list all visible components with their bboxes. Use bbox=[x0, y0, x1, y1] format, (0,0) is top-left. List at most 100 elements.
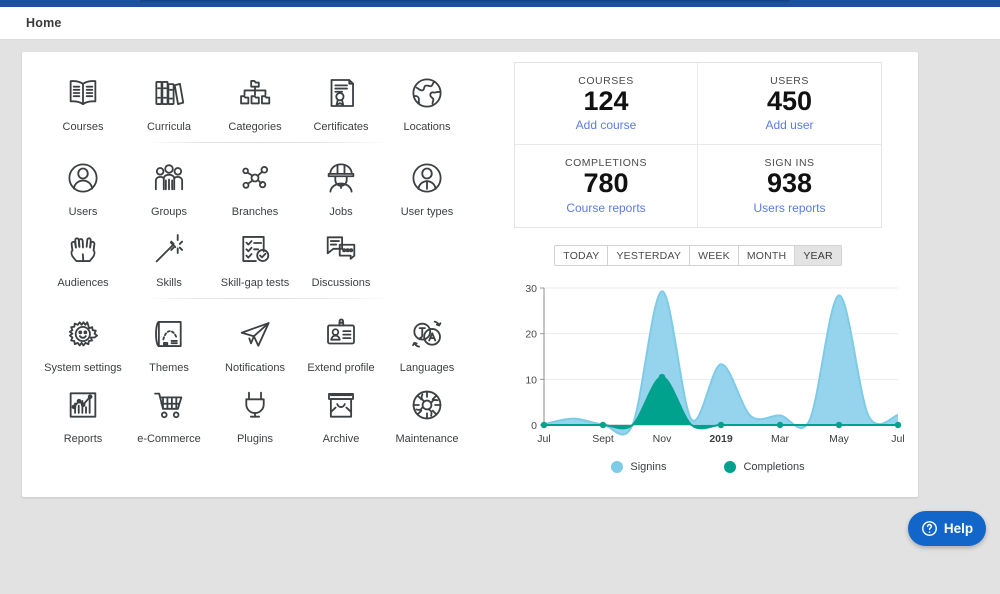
stats-grid: COURSES 124 Add course USERS 450 Add use… bbox=[514, 62, 882, 228]
grid-item-discussions[interactable]: Discussions bbox=[298, 218, 384, 289]
help-button[interactable]: Help bbox=[908, 511, 986, 546]
icon-row: Users Groups Branches Jobs User types bbox=[40, 147, 480, 218]
grid-item-label: Themes bbox=[149, 362, 189, 375]
stat-link-users-reports[interactable]: Users reports bbox=[753, 201, 825, 215]
raised-hands-icon bbox=[70, 237, 96, 263]
question-circle-icon bbox=[921, 521, 937, 536]
grid-item-certificates[interactable]: Certificates bbox=[298, 62, 384, 133]
legend-swatch bbox=[611, 461, 624, 473]
grid-item-label: Notifications bbox=[225, 362, 285, 375]
activity-chart: 0 10 20 30 Jul Sept Nov 2019 Mar May Jul bbox=[512, 280, 904, 455]
checklist-icon bbox=[234, 228, 276, 270]
top-accent-bar-inner bbox=[140, 0, 790, 2]
chart-area-signins bbox=[544, 291, 898, 435]
certificate-scroll-icon bbox=[330, 79, 354, 107]
help-button-label: Help bbox=[943, 521, 974, 536]
grid-item-reports[interactable]: Reports bbox=[40, 374, 126, 445]
legend-item-signins[interactable]: Signins bbox=[611, 461, 666, 473]
chart-point-completions[interactable] bbox=[835, 421, 843, 429]
user-type-icon bbox=[406, 157, 448, 199]
stat-link-add-course[interactable]: Add course bbox=[576, 118, 637, 132]
dashboard-card: Courses Curricula Categories Certificates Lo… bbox=[22, 52, 918, 497]
network-nodes-icon bbox=[234, 157, 276, 199]
grid-item-themes[interactable]: Themes bbox=[126, 303, 212, 374]
grid-item-system-settings[interactable]: System settings bbox=[40, 303, 126, 374]
grid-item-label: e-Commerce bbox=[137, 433, 201, 446]
grid-item-jobs[interactable]: Jobs bbox=[298, 147, 384, 218]
people-group-icon bbox=[154, 164, 184, 191]
magic-wand-icon bbox=[148, 228, 190, 270]
stat-value: 780 bbox=[583, 168, 629, 199]
period-filter-group: TODAY YESTERDAY WEEK MONTH YEAR bbox=[514, 245, 882, 266]
grid-item-users[interactable]: Users bbox=[40, 147, 126, 218]
legend-item-completions[interactable]: Completions bbox=[724, 461, 805, 473]
grid-item-branches[interactable]: Branches bbox=[212, 147, 298, 218]
archive-box-icon bbox=[320, 384, 362, 426]
grid-item-notifications[interactable]: Notifications bbox=[212, 303, 298, 374]
grid-item-skills[interactable]: Skills bbox=[126, 218, 212, 289]
grid-item-label: Groups bbox=[150, 206, 188, 219]
grid-item-label: Jobs bbox=[329, 206, 353, 219]
grid-item-curricula[interactable]: Curricula bbox=[126, 62, 212, 133]
chart-point-completions[interactable] bbox=[717, 421, 725, 429]
grid-item-user-types[interactable]: User types bbox=[384, 147, 470, 218]
icon-row: System settings Themes Notifications Extend… bbox=[40, 303, 480, 374]
checklist-icon bbox=[242, 236, 270, 263]
raised-hands-icon bbox=[62, 228, 104, 270]
grid-item-courses[interactable]: Courses bbox=[40, 62, 126, 133]
grid-item-maintenance[interactable]: Maintenance bbox=[384, 374, 470, 445]
dashboard-right-column: COURSES 124 Add course USERS 450 Add use… bbox=[512, 62, 904, 473]
chart-point-completions[interactable] bbox=[894, 421, 902, 429]
translate-icon bbox=[406, 313, 448, 355]
grid-item-locations[interactable]: Locations bbox=[384, 62, 470, 133]
gear-smiley-icon bbox=[68, 321, 99, 347]
period-button-month[interactable]: MONTH bbox=[738, 245, 796, 266]
admin-icon-grid: Courses Curricula Categories Certificates Lo… bbox=[40, 62, 480, 487]
grid-item-archive[interactable]: Archive bbox=[298, 374, 384, 445]
grid-item-extend-profile[interactable]: Extend profile bbox=[298, 303, 384, 374]
stat-card-users: USERS 450 Add user bbox=[698, 63, 881, 145]
grid-item-audiences[interactable]: Audiences bbox=[40, 218, 126, 289]
certificate-scroll-icon bbox=[320, 72, 362, 114]
folder-tree-icon bbox=[234, 72, 276, 114]
period-button-yesterday[interactable]: YESTERDAY bbox=[608, 245, 691, 266]
folder-tree-icon bbox=[240, 80, 271, 105]
grid-item-groups[interactable]: Groups bbox=[126, 147, 212, 218]
chart-report-icon bbox=[69, 392, 97, 419]
grid-item-label: Maintenance bbox=[395, 433, 459, 446]
chart-point-completions[interactable] bbox=[540, 421, 548, 429]
chart-point-completions[interactable] bbox=[599, 421, 607, 429]
grid-item-label: Locations bbox=[403, 121, 451, 133]
icon-row: Audiences Skills Skill-gap tests Discussion… bbox=[40, 218, 480, 289]
grid-section-divider bbox=[40, 142, 480, 144]
grid-item-e-commerce[interactable]: e-Commerce bbox=[126, 374, 212, 445]
y-axis-tick-label: 30 bbox=[525, 283, 537, 295]
chart-point-completions[interactable] bbox=[776, 421, 784, 429]
legend-label: Signins bbox=[630, 461, 667, 473]
period-button-week[interactable]: WEEK bbox=[690, 245, 739, 266]
grid-item-label: Discussions bbox=[311, 277, 371, 290]
x-axis-tick-label: Jul bbox=[537, 433, 550, 445]
chart-svg: 0 10 20 30 Jul Sept Nov 2019 Mar May Jul bbox=[525, 283, 904, 445]
grid-item-label: Plugins bbox=[236, 433, 274, 446]
grid-item-categories[interactable]: Categories bbox=[212, 62, 298, 133]
archive-box-icon bbox=[328, 393, 354, 419]
shopping-cart-icon bbox=[154, 393, 183, 419]
breadcrumb[interactable]: Home bbox=[26, 16, 62, 30]
cog-wheel-icon bbox=[412, 391, 442, 420]
y-axis-tick-label: 20 bbox=[525, 329, 537, 341]
period-button-year[interactable]: YEAR bbox=[795, 245, 842, 266]
period-button-today[interactable]: TODAY bbox=[554, 245, 609, 266]
stat-link-add-user[interactable]: Add user bbox=[765, 118, 813, 132]
x-axis-tick-label: May bbox=[829, 433, 850, 445]
grid-item-skill-gap-tests[interactable]: Skill-gap tests bbox=[212, 218, 298, 289]
grid-item-label: Archive bbox=[322, 433, 360, 446]
chart-point-completions[interactable] bbox=[658, 373, 666, 381]
books-shelf-icon bbox=[148, 72, 190, 114]
books-shelf-icon bbox=[155, 81, 185, 105]
grid-item-languages[interactable]: Languages bbox=[384, 303, 470, 374]
x-axis-tick-label: Jul bbox=[891, 433, 904, 445]
stat-link-course-reports[interactable]: Course reports bbox=[566, 201, 645, 215]
y-axis-tick-label: 0 bbox=[531, 420, 537, 432]
grid-item-plugins[interactable]: Plugins bbox=[212, 374, 298, 445]
